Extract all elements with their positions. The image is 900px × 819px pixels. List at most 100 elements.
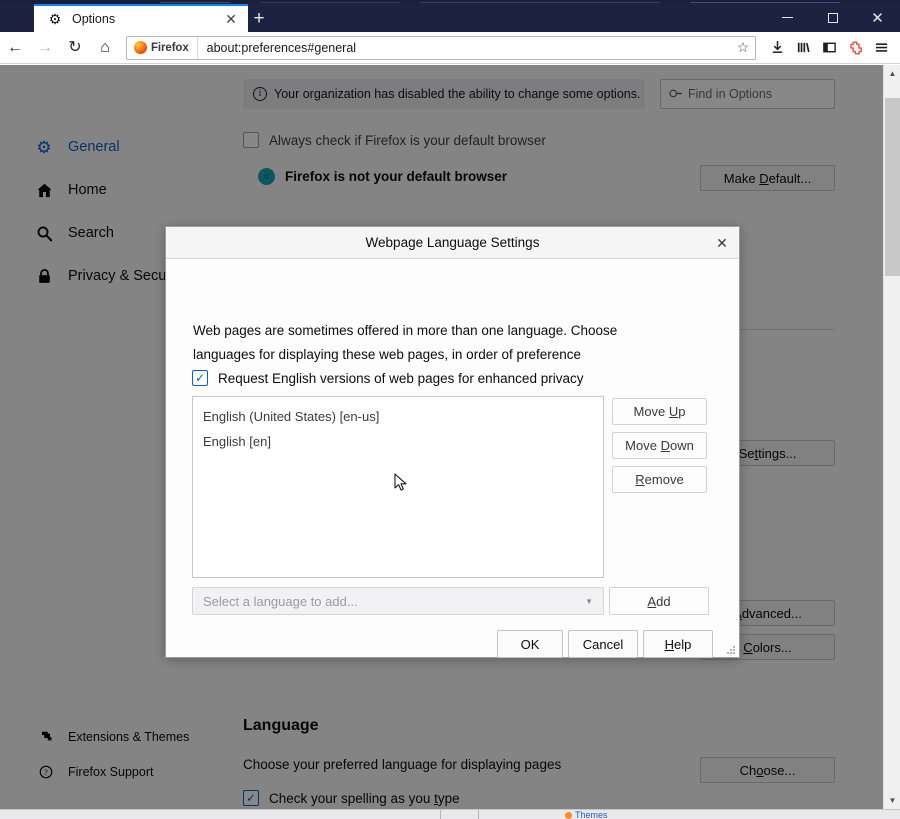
page-vertical-scrollbar[interactable]: ▲ ▼ bbox=[883, 65, 900, 809]
always-check-default-checkbox[interactable] bbox=[243, 132, 259, 148]
scrollbar-thumb[interactable] bbox=[885, 98, 900, 276]
sidebar-item-privacy-security[interactable]: Privacy & Security bbox=[34, 262, 186, 290]
add-button-label: Add bbox=[647, 593, 671, 609]
organization-notice: i Your organization has disabled the abi… bbox=[243, 79, 645, 109]
star-icon[interactable]: ☆ bbox=[731, 37, 755, 59]
help-button[interactable]: Help bbox=[643, 630, 713, 658]
firefox-logo-icon bbox=[134, 41, 147, 54]
language-select-dropdown[interactable]: Select a language to add... ▼ bbox=[192, 587, 604, 615]
browser-window: ⚙ Options ✕ + ✕ ← → ↻ ⌂ Firefox about:pr… bbox=[0, 3, 900, 809]
find-in-options-input[interactable]: Find in Options bbox=[660, 79, 835, 109]
always-check-default-label: Always check if Firefox is your default … bbox=[269, 132, 546, 148]
hamburger-menu-icon[interactable] bbox=[868, 34, 894, 62]
home-icon bbox=[34, 180, 54, 200]
sidebar-item-label: Firefox Support bbox=[68, 765, 154, 779]
remove-button[interactable]: Remove bbox=[612, 466, 707, 493]
sidebar-item-home[interactable]: Home bbox=[34, 176, 107, 204]
make-default-button-label: Make Default... bbox=[723, 170, 812, 186]
extension-glyph bbox=[850, 40, 862, 55]
request-english-label: Request English versions of web pages fo… bbox=[218, 370, 584, 386]
request-english-row: Request English versions of web pages fo… bbox=[192, 370, 583, 386]
identity-box[interactable]: Firefox bbox=[127, 36, 198, 59]
firefox-sad-icon: ○ bbox=[258, 168, 275, 185]
spellcheck-checkbox[interactable] bbox=[243, 790, 259, 806]
sidebar-item-label: Search bbox=[68, 225, 114, 241]
close-icon[interactable]: ✕ bbox=[220, 8, 242, 30]
sidebar-item-general[interactable]: ⚙ General bbox=[34, 133, 120, 161]
scroll-down-icon[interactable]: ▼ bbox=[884, 792, 900, 809]
colors-button-label: Colors... bbox=[743, 639, 792, 655]
window-controls: ✕ bbox=[765, 3, 900, 32]
back-arrow-icon[interactable]: ← bbox=[0, 34, 30, 62]
list-item[interactable]: English [en] bbox=[193, 429, 603, 454]
add-language-button[interactable]: Add bbox=[609, 587, 709, 615]
move-up-button-label: Move Up bbox=[633, 404, 686, 419]
url-bar[interactable]: Firefox about:preferences#general ☆ bbox=[126, 35, 756, 60]
plus-icon[interactable]: + bbox=[248, 7, 270, 29]
cancel-button[interactable]: Cancel bbox=[568, 630, 638, 658]
downloads-glyph bbox=[772, 40, 782, 53]
sidebar-item-extensions-themes[interactable]: Extensions & Themes bbox=[36, 723, 189, 751]
taskbar-separator bbox=[440, 810, 441, 819]
home-icon[interactable]: ⌂ bbox=[90, 34, 120, 62]
move-down-button[interactable]: Move Down bbox=[612, 432, 707, 459]
forward-arrow-icon: → bbox=[37, 38, 53, 56]
sidebar-item-search[interactable]: Search bbox=[34, 219, 114, 247]
ok-button[interactable]: OK bbox=[497, 630, 563, 658]
firefox-icon bbox=[565, 811, 572, 819]
organization-notice-text: Your organization has disabled the abili… bbox=[274, 87, 641, 101]
sidebar-item-firefox-support[interactable]: ? Firefox Support bbox=[36, 758, 153, 786]
sidebar-item-label: Extensions & Themes bbox=[68, 730, 190, 744]
navigation-toolbar: ← → ↻ ⌂ Firefox about:preferences#genera… bbox=[0, 32, 900, 64]
close-icon[interactable]: ✕ bbox=[711, 232, 733, 254]
not-default-browser-label: Firefox is not your default browser bbox=[285, 169, 508, 184]
dialog-titlebar: Webpage Language Settings ✕ bbox=[166, 227, 739, 259]
dialog-body: Web pages are sometimes offered in more … bbox=[166, 259, 739, 658]
library-icon[interactable] bbox=[790, 34, 816, 62]
reload-icon[interactable]: ↻ bbox=[60, 34, 90, 62]
request-english-checkbox[interactable] bbox=[192, 370, 208, 386]
maximize-icon[interactable] bbox=[810, 3, 855, 32]
tab-title: Options bbox=[72, 12, 116, 26]
scroll-up-icon[interactable]: ▲ bbox=[884, 65, 900, 82]
resize-grip-icon[interactable] bbox=[726, 645, 736, 655]
choose-button-label: Choose... bbox=[739, 762, 796, 778]
close-icon[interactable]: ✕ bbox=[855, 3, 900, 32]
lock-glyph bbox=[38, 268, 50, 283]
always-check-default-row: Always check if Firefox is your default … bbox=[243, 132, 546, 148]
not-default-browser-row: ○ Firefox is not your default browser bbox=[258, 168, 507, 185]
downloads-icon[interactable] bbox=[764, 34, 790, 62]
taskbar-separator bbox=[478, 810, 479, 819]
dialog-description: Web pages are sometimes offered in more … bbox=[193, 323, 618, 362]
cancel-button-label: Cancel bbox=[582, 636, 624, 652]
question-circle-glyph: ? bbox=[39, 765, 53, 779]
language-listbox[interactable]: English (United States) [en-us] English … bbox=[192, 396, 604, 578]
extension-puzzle-icon[interactable] bbox=[842, 34, 868, 62]
info-circle-icon: i bbox=[253, 87, 267, 101]
ok-button-label: OK bbox=[520, 636, 540, 652]
choose-language-button[interactable]: Choose... bbox=[700, 757, 835, 783]
find-placeholder: Find in Options bbox=[688, 87, 773, 101]
svg-text:?: ? bbox=[44, 768, 48, 777]
lock-icon bbox=[34, 266, 54, 286]
minimize-icon[interactable] bbox=[765, 3, 810, 32]
tab-options[interactable]: ⚙ Options ✕ bbox=[34, 4, 248, 32]
url-input[interactable]: about:preferences#general bbox=[198, 41, 731, 55]
gear-icon: ⚙ bbox=[36, 137, 52, 157]
puzzle-glyph bbox=[41, 731, 52, 741]
taskbar: Themes bbox=[0, 809, 900, 819]
spellcheck-label: Check your spelling as you type bbox=[269, 790, 460, 806]
sidebar-icon[interactable] bbox=[816, 34, 842, 62]
spellcheck-row: Check your spelling as you type bbox=[243, 790, 460, 806]
taskbar-item-themes[interactable]: Themes bbox=[565, 810, 608, 819]
settings-button-label: Settings... bbox=[738, 445, 797, 461]
list-item[interactable]: English (United States) [en-us] bbox=[193, 404, 603, 429]
magnifier-glyph bbox=[37, 226, 52, 241]
search-icon bbox=[666, 84, 685, 103]
sidebar-item-label: General bbox=[68, 139, 120, 155]
make-default-button[interactable]: Make Default... bbox=[700, 165, 835, 191]
language-select-placeholder: Select a language to add... bbox=[203, 593, 358, 609]
magnifier-icon bbox=[34, 223, 54, 243]
move-up-button[interactable]: Move Up bbox=[612, 398, 707, 425]
chevron-down-icon: ▼ bbox=[585, 596, 593, 606]
